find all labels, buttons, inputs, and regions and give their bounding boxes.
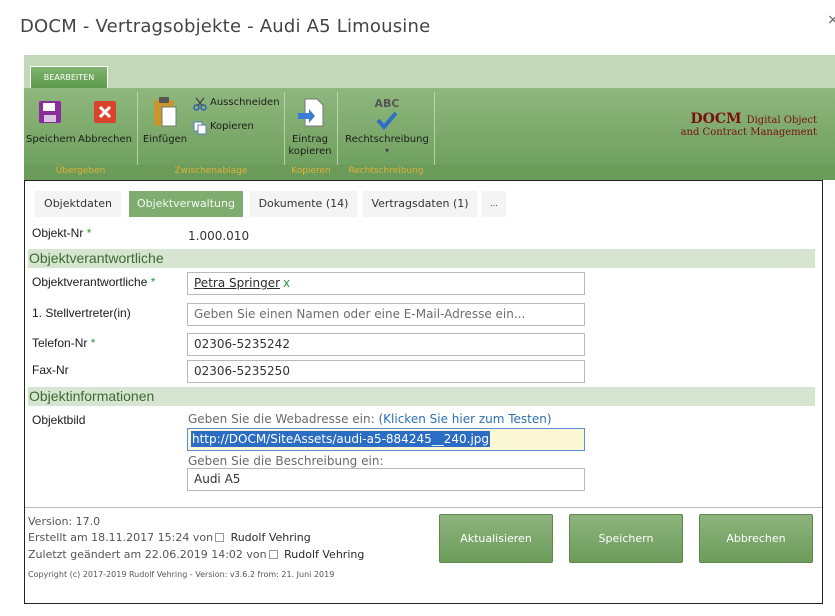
abc-label: ABC	[374, 97, 400, 110]
abbrechen-button[interactable]: Abbrechen	[78, 134, 132, 146]
fax-label: Fax-Nr	[32, 363, 69, 377]
objekt-nr-label: Objekt-Nr *	[32, 226, 92, 240]
einfuegen-button[interactable]: Einfügen	[142, 134, 188, 146]
tab-objektdaten[interactable]: Objektdaten	[35, 191, 121, 217]
required-marker: *	[86, 226, 92, 240]
telefon-input[interactable]: 02306-5235242	[187, 333, 585, 356]
dialog-title: DOCM - Vertragsobjekte - Audi A5 Limousi…	[20, 16, 431, 37]
tab-dokumente[interactable]: Dokumente (14)	[250, 191, 357, 217]
remove-person-icon[interactable]: x	[283, 276, 290, 290]
chevron-down-icon[interactable]: ▾	[381, 145, 393, 157]
version-text: Version: 17.0	[28, 515, 101, 528]
close-x-icon[interactable]	[93, 100, 117, 128]
section-objektverantwortliche: Objektverantwortliche	[28, 249, 815, 268]
eintrag-kopieren-label-line2: kopieren	[288, 146, 332, 157]
image-url-input[interactable]: http://DOCM/SiteAssets/audi-a5-884245__2…	[187, 428, 585, 451]
tab-objektverwaltung[interactable]: Objektverwaltung	[129, 191, 243, 217]
stellvertreter-label: 1. Stellvertreter(in)	[32, 306, 131, 320]
scissors-icon[interactable]	[193, 96, 207, 115]
fax-input[interactable]: 02306-5235250	[187, 360, 585, 383]
telefon-label: Telefon-Nr *	[32, 336, 96, 350]
logo-brand: DOCM	[690, 111, 742, 127]
spellcheck-icon[interactable]	[376, 110, 398, 134]
group-caption-rechtschreibung: Rechtschreibung	[348, 166, 424, 176]
tab-vertragsdaten[interactable]: Vertragsdaten (1)	[363, 191, 477, 217]
required-marker: *	[150, 275, 156, 289]
docm-logo: DOCM Digital Object and Contract Managem…	[681, 108, 817, 138]
eintrag-kopieren-label-line1: Eintrag	[292, 134, 328, 145]
copy-icon[interactable]	[193, 120, 207, 139]
required-marker: *	[90, 336, 96, 350]
group-caption-zwischenablage: Zwischenablage	[174, 166, 248, 176]
test-link[interactable]: (Klicken Sie hier zum Testen)	[378, 412, 551, 426]
form-panel: Objektdaten Objektverwaltung Dokumente (…	[24, 180, 823, 604]
footer-divider	[25, 507, 822, 508]
objektbild-label: Objektbild	[32, 413, 86, 427]
description-hint: Geben Sie die Beschreibung ein:	[188, 454, 384, 468]
user-presence-icon	[268, 550, 278, 559]
speichern-button[interactable]: Speichern	[26, 134, 76, 146]
copyright-text: Copyright (c) 2017-2019 Rudolf Vehring -…	[28, 570, 335, 579]
objektverantwortliche-label: Objektverantwortliche *	[32, 275, 156, 289]
tab-more[interactable]: ...	[482, 191, 506, 217]
document-copy-icon[interactable]	[297, 98, 325, 132]
stellvertreter-input[interactable]: Geben Sie einen Namen oder eine E-Mail-A…	[187, 303, 585, 326]
section-objektinformationen: Objektinformationen	[28, 387, 815, 406]
group-caption-kopieren: Kopieren	[291, 166, 331, 176]
kopieren-button[interactable]: Kopieren	[210, 121, 254, 132]
image-description-input[interactable]: Audi A5	[187, 468, 585, 491]
ausschneiden-button[interactable]: Ausschneiden	[210, 97, 280, 108]
logo-line2: and Contract Management	[680, 127, 817, 138]
aktualisieren-button[interactable]: Aktualisieren	[439, 514, 553, 563]
modified-line: Zuletzt geändert am 22.06.2019 14:02 von…	[28, 548, 365, 561]
person-chip[interactable]: Petra Springer	[194, 276, 280, 290]
modified-by: Rudolf Vehring	[284, 548, 365, 561]
ribbon: Speichern Abbrechen Einfügen Ausschneide…	[24, 88, 835, 180]
objektverantwortliche-field[interactable]: Petra Springer x	[187, 272, 585, 295]
user-presence-icon	[215, 533, 225, 542]
ribbon-tabbar: BEARBEITEN	[24, 55, 835, 88]
floppy-disk-icon[interactable]	[38, 100, 62, 128]
url-hint: Geben Sie die Webadresse ein: (Klicken S…	[188, 412, 552, 426]
created-by: Rudolf Vehring	[230, 531, 311, 544]
cancel-button[interactable]: Abbrechen	[699, 514, 813, 563]
clipboard-icon[interactable]	[152, 96, 178, 132]
ribbon-tab-bearbeiten[interactable]: BEARBEITEN	[30, 66, 108, 88]
logo-line1: Digital Object	[746, 115, 817, 126]
save-button[interactable]: Speichern	[569, 514, 683, 563]
image-url-value: http://DOCM/SiteAssets/audi-a5-884245__2…	[191, 431, 491, 447]
group-caption-uebergeben: Übergeben	[55, 166, 106, 176]
created-line: Erstellt am 18.11.2017 15:24 von Rudolf …	[28, 531, 311, 544]
close-icon[interactable]: ×	[827, 12, 835, 28]
objekt-nr-value: 1.000.010	[188, 229, 250, 243]
eintrag-kopieren-button[interactable]: Eintrag kopieren	[288, 134, 332, 158]
